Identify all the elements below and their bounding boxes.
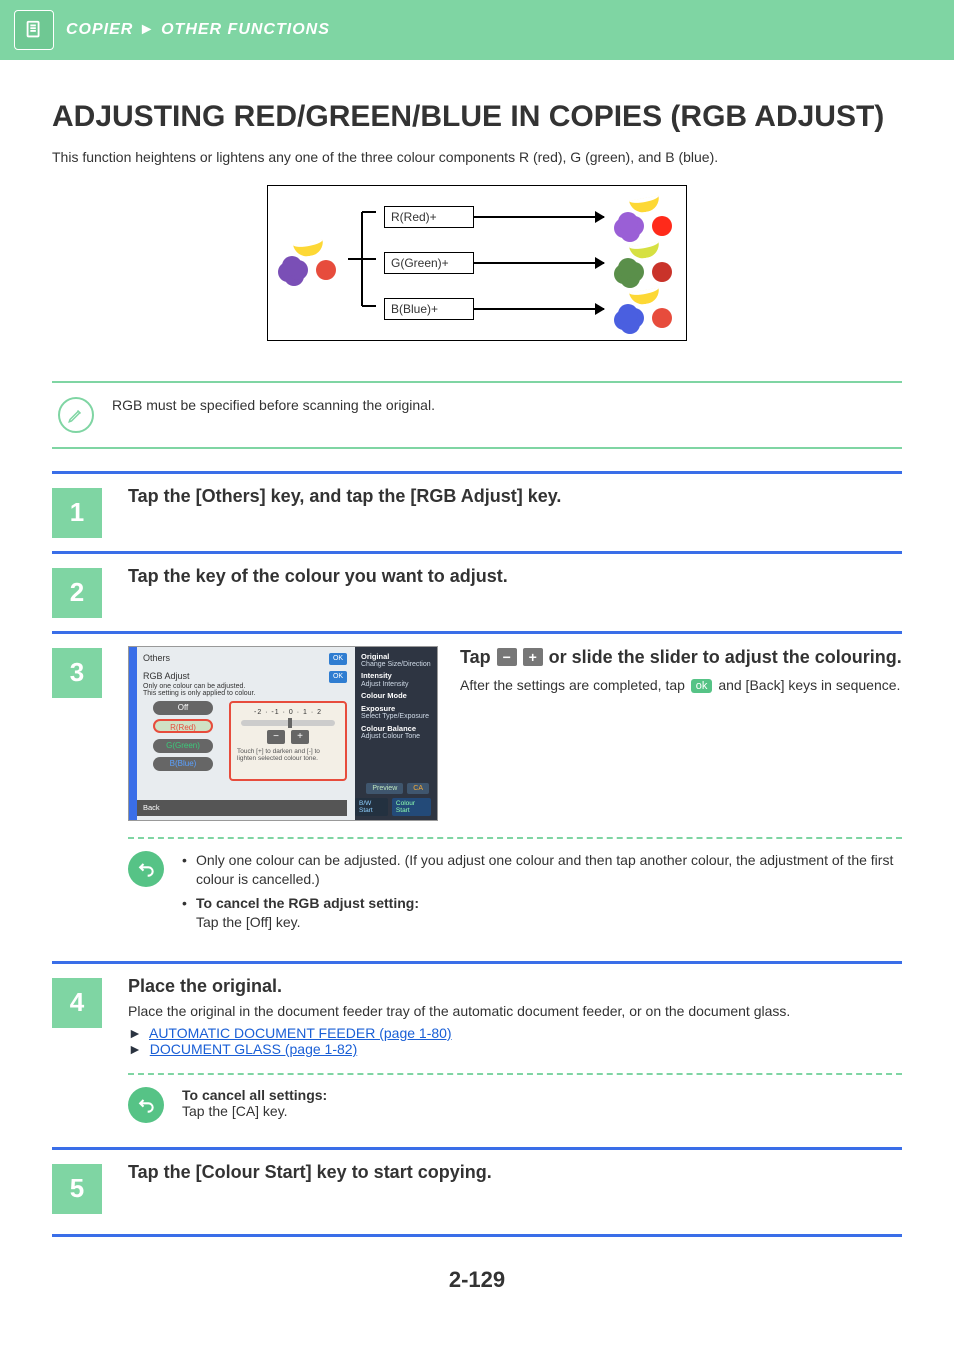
ss-right-intensity[interactable]: IntensityAdjust Intensity xyxy=(361,672,431,688)
step-2: 2 Tap the key of the colour you want to … xyxy=(52,551,902,621)
link-row: ► AUTOMATIC DOCUMENT FEEDER (page 1-80) xyxy=(128,1025,902,1041)
back-arrow-icon xyxy=(128,1087,164,1123)
ss-ca-button[interactable]: CA xyxy=(407,783,429,794)
step-body-text: Place the original in the document feede… xyxy=(128,1003,902,1019)
intro-text: This function heightens or lightens any … xyxy=(52,149,902,165)
dashed-separator xyxy=(128,1073,902,1075)
ss-right-original[interactable]: OriginalChange Size/Direction xyxy=(361,653,431,669)
note-block: RGB must be specified before scanning th… xyxy=(52,381,902,449)
back-arrow-icon xyxy=(128,851,164,887)
breadcrumb-subsection: OTHER FUNCTIONS xyxy=(161,21,330,38)
breadcrumb-arrow-icon: ► xyxy=(139,21,156,38)
step-1: 1 Tap the [Others] key, and tap the [RGB… xyxy=(52,471,902,541)
ss-slider[interactable] xyxy=(241,720,335,726)
tip-item: To cancel the RGB adjust setting: Tap th… xyxy=(182,894,902,933)
step-heading: Tap the [Others] key, and tap the [RGB A… xyxy=(128,486,902,507)
minus-icon: − xyxy=(497,648,517,666)
ss-plus-button[interactable]: + xyxy=(291,730,309,744)
ss-ok-button[interactable]: OK xyxy=(329,653,347,665)
ss-red-button[interactable]: R(Red) xyxy=(153,719,213,733)
step-4-cancel: To cancel all settings: Tap the [CA] key… xyxy=(128,1087,902,1123)
copier-icon xyxy=(14,10,54,50)
ss-slider-panel: -2 · -1 · 0 · 1 · 2 − + Touch [+] to dar… xyxy=(229,701,347,781)
step-number: 1 xyxy=(52,488,102,538)
ss-right-colour-mode[interactable]: Colour Mode xyxy=(361,692,431,700)
breadcrumb-section: COPIER xyxy=(66,21,133,38)
rgb-diagram: R(Red)+ G(Green)+ B(Blue)+ xyxy=(52,185,902,341)
diagram-result-g xyxy=(610,242,680,284)
link-adf[interactable]: AUTOMATIC DOCUMENT FEEDER (page 1-80) xyxy=(149,1025,452,1041)
step-heading: Tap the [Colour Start] key to start copy… xyxy=(128,1162,902,1183)
ss-preview-button[interactable]: Preview xyxy=(366,783,403,794)
step-body-text: After the settings are completed, tap ok… xyxy=(460,677,902,693)
ss-colour-start-button[interactable]: Colour Start xyxy=(392,798,431,816)
note-text: RGB must be specified before scanning th… xyxy=(112,397,435,413)
ss-right-panel: OriginalChange Size/Direction IntensityA… xyxy=(355,647,437,820)
ss-others-label: Others xyxy=(143,653,170,663)
ss-ok-button[interactable]: OK xyxy=(329,671,347,683)
tip-item: Only one colour can be adjusted. (If you… xyxy=(182,851,902,890)
cancel-all-label: To cancel all settings: xyxy=(182,1087,327,1103)
breadcrumb-bar: COPIER ► OTHER FUNCTIONS xyxy=(0,0,954,60)
page-title: ADJUSTING RED/GREEN/BLUE IN COPIES (RGB … xyxy=(52,100,902,135)
ss-right-exposure[interactable]: ExposureSelect Type/Exposure xyxy=(361,705,431,721)
ss-off-button[interactable]: Off xyxy=(153,701,213,715)
touchscreen-screenshot: Others OK OK RGB Adjust Only one colour … xyxy=(128,646,438,821)
ss-minus-button[interactable]: − xyxy=(267,730,285,744)
ss-green-button[interactable]: G(Green) xyxy=(153,739,213,753)
step-3-tips: Only one colour can be adjusted. (If you… xyxy=(128,851,902,937)
ss-back-button[interactable]: Back xyxy=(143,803,160,812)
arrow-icon: ► xyxy=(128,1025,142,1041)
dashed-separator xyxy=(128,837,902,839)
link-row: ► DOCUMENT GLASS (page 1-82) xyxy=(128,1041,902,1057)
breadcrumb-text: COPIER ► OTHER FUNCTIONS xyxy=(66,21,330,39)
step-number: 4 xyxy=(52,978,102,1028)
step-number: 5 xyxy=(52,1164,102,1214)
ss-scale: -2 · -1 · 0 · 1 · 2 xyxy=(235,709,341,716)
diagram-label-g: G(Green)+ xyxy=(384,252,474,274)
step-5: 5 Tap the [Colour Start] key to start co… xyxy=(52,1147,902,1237)
ss-panel-subtitle: Only one colour can be adjusted. This se… xyxy=(143,683,255,698)
ss-slider-hint: Touch [+] to darken and [-] to lighten s… xyxy=(235,748,341,762)
ss-bottom-bar: Back xyxy=(137,800,347,816)
step-number: 2 xyxy=(52,568,102,618)
step-number: 3 xyxy=(52,648,102,698)
cancel-all-body: Tap the [CA] key. xyxy=(182,1103,288,1119)
arrow-icon: ► xyxy=(128,1041,142,1057)
step-4: 4 Place the original. Place the original… xyxy=(52,961,902,1137)
ss-right-balance[interactable]: Colour BalanceAdjust Colour Tone xyxy=(361,725,431,741)
diagram-result-r xyxy=(610,196,680,238)
ss-panel-title: RGB Adjust xyxy=(143,671,190,681)
plus-icon: + xyxy=(523,648,543,666)
ss-bw-start-button[interactable]: B/W Start xyxy=(355,798,388,816)
step-3: 3 Others OK OK RGB Adjust Only one colou… xyxy=(52,631,902,951)
pencil-icon xyxy=(58,397,94,433)
diagram-label-b: B(Blue)+ xyxy=(384,298,474,320)
diagram-result-b xyxy=(610,288,680,330)
link-document-glass[interactable]: DOCUMENT GLASS (page 1-82) xyxy=(150,1041,357,1057)
diagram-label-r: R(Red)+ xyxy=(384,206,474,228)
step-heading: Tap − + or slide the slider to adjust th… xyxy=(460,646,902,669)
ok-icon: ok xyxy=(691,679,713,693)
step-heading: Place the original. xyxy=(128,976,902,997)
ss-blue-button[interactable]: B(Blue) xyxy=(153,757,213,771)
page-number: 2-129 xyxy=(52,1267,902,1293)
step-heading: Tap the key of the colour you want to ad… xyxy=(128,566,902,587)
